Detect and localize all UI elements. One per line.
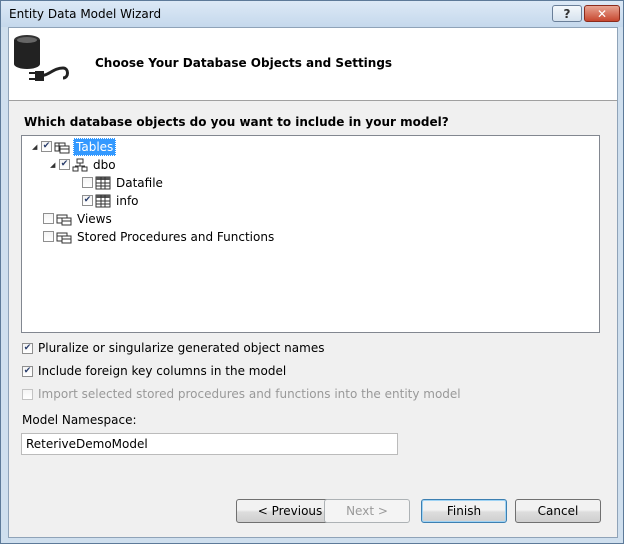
close-button[interactable]: ✕ xyxy=(584,5,620,22)
info-checkbox[interactable]: ✔ xyxy=(82,195,93,206)
table-icon xyxy=(95,176,111,189)
stored-procedures-checkbox[interactable] xyxy=(43,231,54,242)
tree-node-dbo[interactable]: ◢ ✔ dbo xyxy=(50,156,118,173)
views-label[interactable]: Views xyxy=(75,211,114,227)
foreign-keys-option[interactable]: ✔ Include foreign key columns in the mod… xyxy=(22,364,286,378)
stored-procedures-label[interactable]: Stored Procedures and Functions xyxy=(75,229,276,245)
database-objects-tree[interactable]: ◢ ✔ Tables ◢ ✔ dbo Datafile ✔ info Views… xyxy=(21,135,600,333)
foreign-keys-label[interactable]: Include foreign key columns in the model xyxy=(38,364,286,378)
info-label[interactable]: info xyxy=(114,193,141,209)
foreign-keys-checkbox[interactable]: ✔ xyxy=(22,365,33,377)
tables-label[interactable]: Tables xyxy=(73,137,117,156)
wizard-content: Choose Your Database Objects and Setting… xyxy=(8,27,618,538)
database-plug-icon xyxy=(14,35,69,81)
pluralize-label[interactable]: Pluralize or singularize generated objec… xyxy=(38,341,324,355)
pluralize-checkbox[interactable]: ✔ xyxy=(22,342,33,354)
import-procs-checkbox xyxy=(22,388,33,400)
dbo-checkbox[interactable]: ✔ xyxy=(59,159,70,170)
objects-question-label: Which database objects do you want to in… xyxy=(24,115,449,129)
wizard-header: Choose Your Database Objects and Setting… xyxy=(9,28,617,100)
collapse-arrow-icon[interactable]: ◢ xyxy=(32,143,41,151)
model-namespace-input[interactable] xyxy=(21,433,398,455)
title-bar[interactable]: Entity Data Model Wizard ? ✕ xyxy=(1,1,623,27)
import-procs-option: Import selected stored procedures and fu… xyxy=(22,387,461,401)
wizard-window: Entity Data Model Wizard ? ✕ Choose Your… xyxy=(0,0,624,544)
tree-node-stored-procedures[interactable]: Stored Procedures and Functions xyxy=(43,228,276,245)
table-icon xyxy=(95,194,111,207)
finish-button[interactable]: Finish xyxy=(421,499,507,523)
datafile-checkbox[interactable] xyxy=(82,177,93,188)
tree-node-info[interactable]: ✔ info xyxy=(82,192,141,209)
views-checkbox[interactable] xyxy=(43,213,54,224)
window-title: Entity Data Model Wizard xyxy=(9,7,162,21)
dbo-label[interactable]: dbo xyxy=(91,157,118,173)
pluralize-option[interactable]: ✔ Pluralize or singularize generated obj… xyxy=(22,341,324,355)
cancel-button[interactable]: Cancel xyxy=(515,499,601,523)
views-icon xyxy=(56,214,72,225)
import-procs-label: Import selected stored procedures and fu… xyxy=(38,387,461,401)
collapse-arrow-icon[interactable]: ◢ xyxy=(50,161,59,169)
header-divider xyxy=(9,100,617,101)
page-title: Choose Your Database Objects and Setting… xyxy=(95,56,393,70)
tables-folder-icon xyxy=(54,142,70,153)
tree-node-datafile[interactable]: Datafile xyxy=(82,174,165,191)
datafile-label[interactable]: Datafile xyxy=(114,175,165,191)
tree-node-views[interactable]: Views xyxy=(43,210,114,227)
schema-icon xyxy=(72,158,88,171)
tree-node-tables[interactable]: ◢ ✔ Tables xyxy=(32,137,117,156)
help-button[interactable]: ? xyxy=(552,5,582,22)
tables-checkbox[interactable]: ✔ xyxy=(41,141,52,152)
model-namespace-label: Model Namespace: xyxy=(22,413,137,427)
next-button: Next > xyxy=(324,499,410,523)
stored-procedures-icon xyxy=(56,232,72,243)
